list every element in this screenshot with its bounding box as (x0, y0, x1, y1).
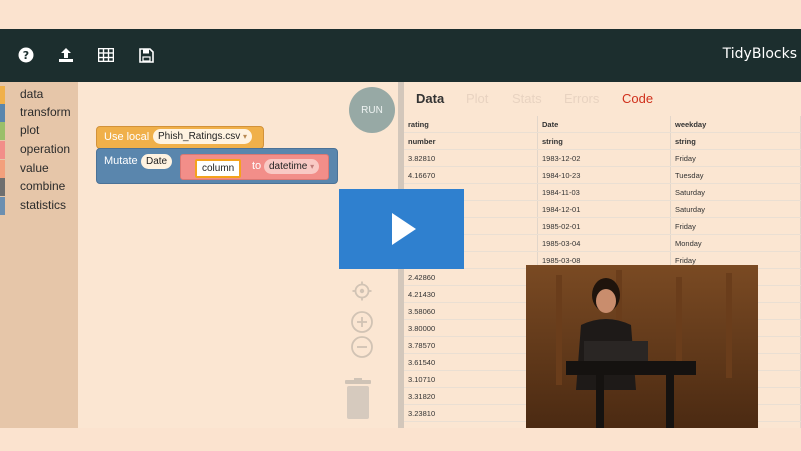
category-data[interactable]: data (0, 86, 78, 104)
category-color (0, 104, 5, 122)
upload-icon[interactable] (52, 41, 80, 69)
tab-errors[interactable]: Errors (564, 91, 599, 106)
table-cell: Saturday (670, 200, 801, 218)
category-value[interactable]: value (0, 160, 78, 178)
table-cell: 3.78570 (404, 336, 538, 354)
table-cell: 2.42860 (404, 268, 538, 286)
chevron-down-icon: ▾ (310, 162, 315, 171)
table-cell: 1985-03-04 (537, 234, 671, 252)
to-label: to (252, 160, 262, 172)
save-icon[interactable] (132, 41, 160, 69)
table-cell: 3.58060 (404, 302, 538, 320)
table-cell: 4.21430 (404, 285, 538, 303)
help-icon[interactable]: ? (12, 41, 40, 69)
dataset-dropdown[interactable]: Phish_Ratings.csv ▾ (153, 129, 253, 144)
category-color (0, 178, 5, 196)
table-cell: 3.80000 (404, 319, 538, 337)
use-local-label: Use local (104, 131, 150, 143)
chevron-down-icon: ▾ (243, 132, 248, 141)
table-icon[interactable] (92, 41, 120, 69)
category-label: transform (20, 105, 71, 119)
category-label: combine (20, 179, 66, 193)
toolbar: ? TidyBlocks (0, 29, 801, 82)
table-cell: Tuesday (670, 166, 801, 184)
zoom-in-icon[interactable] (350, 310, 374, 334)
run-button[interactable]: RUN (349, 87, 395, 133)
bottom-band (0, 428, 801, 451)
tab-plot[interactable]: Plot (466, 91, 488, 106)
table-cell: Saturday (670, 183, 801, 201)
table-cell: 3.10710 (404, 370, 538, 388)
tab-code[interactable]: Code (622, 91, 653, 106)
datetime-convert-block[interactable]: column to datetime ▾ (180, 154, 329, 180)
category-operation[interactable]: operation (0, 141, 78, 159)
zoom-out-icon[interactable] (350, 335, 374, 359)
table-cell: 1984-10-23 (537, 166, 671, 184)
use-local-block[interactable]: Use local Phish_Ratings.csv ▾ (96, 126, 264, 149)
dataset-value: Phish_Ratings.csv (158, 131, 241, 142)
table-cell: 1985-02-01 (537, 217, 671, 235)
table-cell: 3.23810 (404, 404, 538, 422)
table-cell: 3.82810 (404, 149, 538, 167)
svg-text:?: ? (23, 49, 29, 62)
category-label: plot (20, 123, 40, 137)
table-type-row: number string string (404, 132, 801, 150)
table-cell: 3.31820 (404, 387, 538, 405)
trash-icon[interactable] (342, 377, 374, 421)
recenter-icon[interactable] (350, 279, 374, 303)
table-cell: Friday (670, 217, 801, 235)
column-type: number (404, 132, 538, 150)
table-header-row: rating Date weekday (404, 116, 801, 133)
category-color (0, 86, 5, 104)
new-column-field[interactable]: Date (141, 154, 173, 169)
type-dropdown[interactable]: datetime ▾ (264, 159, 320, 174)
table-cell: 1983-12-02 (537, 149, 671, 167)
column-header: Date (537, 116, 671, 133)
type-value: datetime (269, 161, 308, 172)
video-play-button[interactable] (339, 189, 464, 269)
table-cell: 1984-11-03 (537, 183, 671, 201)
column-header: weekday (670, 116, 801, 133)
column-type: string (670, 132, 801, 150)
table-cell: 1984-12-01 (537, 200, 671, 218)
table-row: 4.16670 1984-10-23 Tuesday (404, 166, 801, 184)
category-label: value (20, 161, 49, 175)
column-header: rating (404, 116, 538, 133)
table-row: 3.82810 1983-12-02 Friday (404, 149, 801, 167)
tab-stats[interactable]: Stats (512, 91, 542, 106)
category-plot[interactable]: plot (0, 122, 78, 140)
mutate-label: Mutate (104, 155, 138, 167)
category-combine[interactable]: combine (0, 178, 78, 196)
category-sidebar: data transform plot operation value comb… (0, 82, 78, 428)
table-cell: 4.16670 (404, 166, 538, 184)
column-type: string (537, 132, 671, 150)
column-input[interactable]: column (195, 159, 242, 178)
category-statistics[interactable]: statistics (0, 197, 78, 215)
top-band (0, 0, 801, 29)
category-transform[interactable]: transform (0, 104, 78, 122)
play-icon (392, 213, 416, 245)
table-cell: Friday (670, 149, 801, 167)
app-brand: TidyBlocks (722, 46, 797, 62)
category-color (0, 141, 5, 159)
table-cell: Monday (670, 234, 801, 252)
tab-data[interactable]: Data (416, 91, 444, 106)
category-label: operation (20, 142, 71, 156)
category-color (0, 122, 5, 140)
speaker-video (526, 265, 758, 428)
table-cell: 3.61540 (404, 353, 538, 371)
category-label: data (20, 87, 44, 101)
category-label: statistics (20, 198, 67, 212)
category-color (0, 160, 5, 178)
category-color (0, 197, 5, 215)
